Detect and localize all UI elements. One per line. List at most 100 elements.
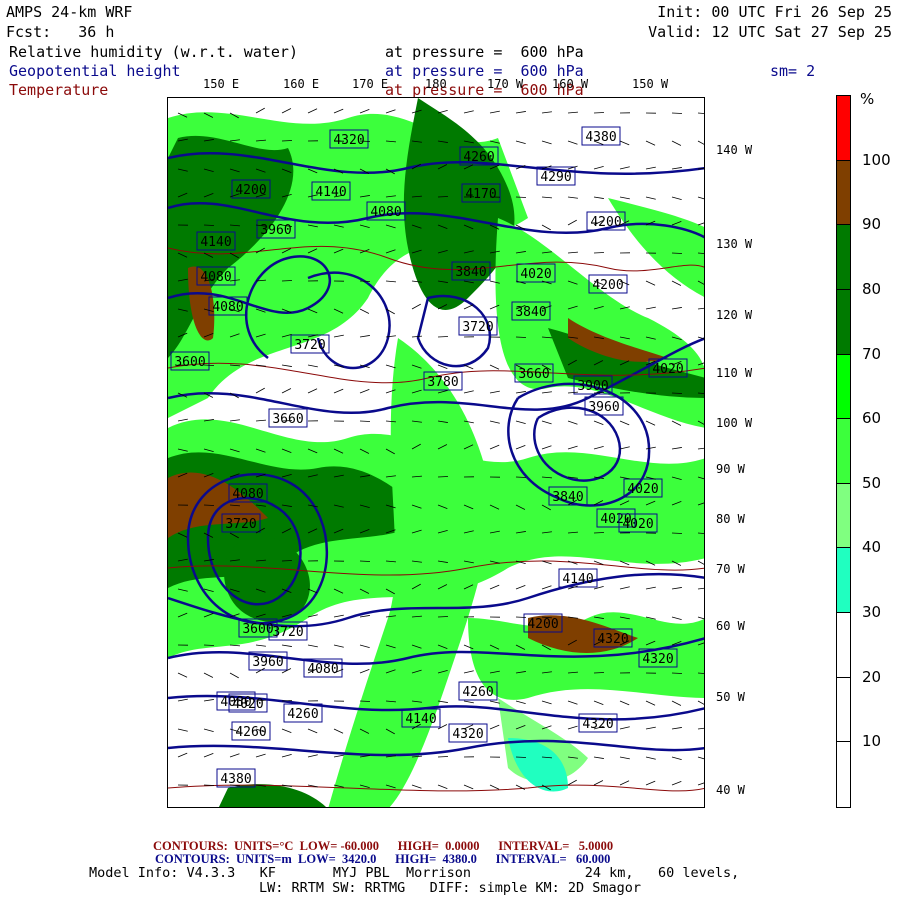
wind-barb [671, 700, 682, 706]
wind-barb [229, 753, 240, 758]
wind-barb [307, 364, 318, 368]
height-contour [168, 739, 704, 757]
height-label: 4170 [465, 187, 496, 202]
wind-barb [177, 752, 188, 758]
wind-barb [203, 364, 215, 366]
wind-barb [333, 728, 344, 734]
wind-barb [593, 112, 605, 114]
wind-barb [671, 140, 682, 146]
colorbar-label: 90 [862, 215, 882, 234]
wind-barb [333, 388, 344, 394]
colorbar-segment [837, 354, 850, 420]
wind-barb [489, 724, 500, 730]
wind-barb [359, 669, 370, 674]
wind-barb [463, 304, 474, 310]
longitude-label: 150 E [203, 77, 240, 91]
wind-barb [697, 140, 704, 145]
wind-barb [697, 727, 704, 730]
colorbar-segment [837, 225, 850, 290]
wind-barb [567, 111, 578, 114]
height-label: 4320 [597, 632, 628, 647]
latitude-label: 40 W [716, 783, 745, 797]
wind-barb [177, 698, 188, 702]
wind-barb [567, 420, 578, 425]
wind-barb [489, 700, 500, 704]
latitude-label: 80 W [716, 512, 745, 526]
colorbar-segment [837, 96, 850, 161]
wind-barb [671, 781, 682, 786]
wind-barb [671, 280, 682, 286]
latitude-label: 140 W [716, 143, 753, 157]
wind-barb [697, 307, 704, 310]
wind-barb [515, 616, 527, 618]
init-time: Init: 00 UTC Fri 26 Sep 25 [657, 3, 892, 21]
longitude-label: 150 W [632, 77, 669, 91]
wind-barb [645, 780, 656, 786]
longitude-label: 170 E [352, 77, 389, 91]
wind-barb [437, 756, 449, 758]
latitude-label: 60 W [716, 619, 745, 633]
wind-barb [437, 110, 448, 114]
map-plot: 4380 4320 4260 4290 4200 4140 4170 4080 3960 4140… [167, 97, 705, 808]
wind-barb [463, 364, 474, 370]
wind-barb [593, 756, 604, 759]
wind-barb [359, 280, 371, 282]
wind-barb [541, 420, 552, 425]
wind-barb [307, 108, 318, 114]
wind-barb [671, 420, 682, 426]
height-label: 4080 [212, 300, 243, 315]
height-label: 3720 [272, 625, 303, 640]
wind-barb [567, 251, 578, 254]
height-label: 3840 [552, 490, 583, 505]
wind-barb [203, 644, 215, 646]
wind-barb [697, 700, 704, 705]
wind-barb [593, 196, 604, 199]
latitude-label: 130 W [716, 237, 753, 251]
wind-barb [671, 672, 683, 674]
wind-barb [619, 756, 630, 760]
wind-barb [385, 109, 396, 114]
wind-barb [359, 140, 371, 142]
height-label: 3720 [294, 338, 325, 353]
wind-barb [541, 391, 552, 394]
height-label: 4020 [232, 697, 263, 712]
wind-barb [177, 418, 188, 422]
wind-barb [489, 110, 500, 114]
map-canvas: 4380 4320 4260 4290 4200 4140 4170 4080 3960 4140… [168, 98, 704, 807]
wind-barb [463, 670, 474, 674]
height-label: 3840 [455, 265, 486, 280]
wind-barb [437, 476, 449, 478]
height-label: 4200 [590, 215, 621, 230]
wind-barb [697, 112, 704, 114]
wind-barb [203, 672, 214, 678]
wind-barb [411, 784, 422, 789]
wind-barb [177, 728, 188, 732]
colorbar-label: 40 [862, 538, 882, 557]
wind-barb [437, 784, 448, 789]
latitude-label: 120 W [716, 308, 753, 322]
wind-barb [645, 726, 656, 730]
wind-barb [593, 532, 605, 534]
wind-barb [671, 727, 682, 730]
wind-barb [567, 445, 578, 450]
height-label: 4260 [235, 725, 266, 740]
wind-barb [619, 166, 630, 170]
wind-barb [281, 700, 293, 702]
wind-barb [359, 335, 370, 338]
wind-barb [203, 728, 214, 732]
wind-barb [697, 447, 704, 450]
wind-barb [593, 420, 604, 425]
wind-barb [515, 140, 526, 144]
wind-barb [463, 390, 474, 394]
wind-barb [359, 700, 371, 702]
height-label: 4380 [585, 130, 616, 145]
colorbar-label: 100 [862, 150, 891, 169]
height-label: 3720 [462, 320, 493, 335]
wind-barb [645, 700, 656, 706]
wind-barb [567, 725, 578, 730]
wind-barb [359, 644, 370, 648]
wind-barb [619, 140, 630, 146]
wind-barb [593, 672, 605, 674]
colorbar-label: 30 [862, 603, 882, 622]
wind-barb [671, 307, 682, 310]
